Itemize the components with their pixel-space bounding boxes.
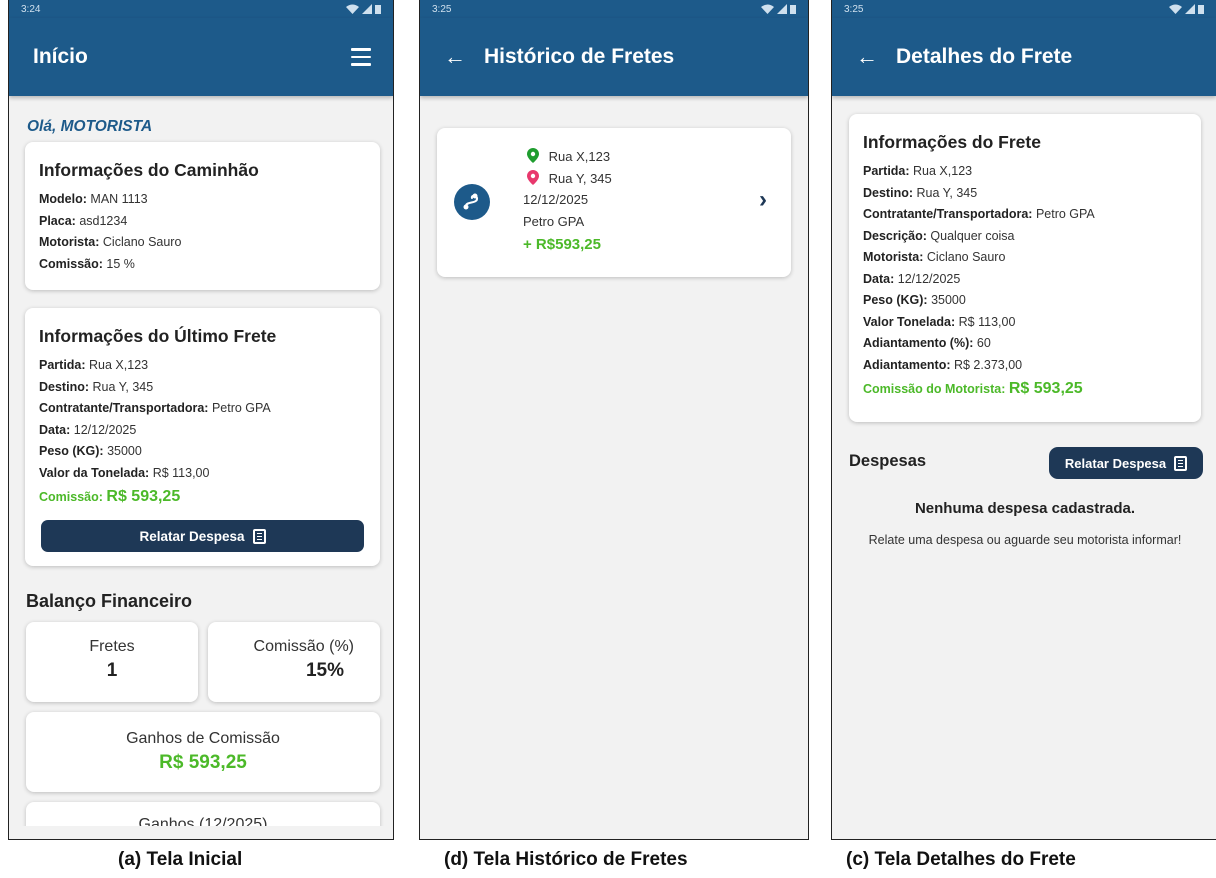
- map-pin-red-icon: [527, 169, 539, 185]
- truck-info-card: Informações do Caminhão Modelo: MAN 1113…: [25, 142, 380, 290]
- stat-label: Fretes: [89, 638, 135, 655]
- status-time: 3:25: [844, 3, 864, 15]
- clipboard-icon: [252, 528, 266, 544]
- battery-icon: [1198, 5, 1204, 14]
- route-info: Rua X,123 Rua Y, 345 12/12/2025 Petro GP…: [523, 146, 612, 256]
- origin-row: Rua X,123: [527, 146, 612, 168]
- signal-icon: [777, 4, 787, 14]
- card-title: Informações do Último Frete: [39, 326, 277, 346]
- info-row-ton-value: Valor Tonelada: R$ 113,00: [863, 314, 1016, 329]
- info-row-description: Descrição: Qualquer coisa: [863, 228, 1015, 243]
- signal-icon: [1185, 4, 1195, 14]
- amount: + R$593,25: [523, 236, 601, 253]
- card-title: Informações do Frete: [863, 132, 1041, 152]
- info-row-ton-value: Valor da Tonelada: R$ 113,00: [39, 465, 210, 480]
- stat-label: Ganhos de Comissão: [126, 730, 280, 747]
- signal-icon: [362, 4, 372, 14]
- freight-info-card: Informações do Frete Partida: Rua X,123 …: [849, 114, 1201, 422]
- system-icons: [761, 4, 796, 14]
- menu-icon[interactable]: [351, 48, 371, 71]
- info-row-contractor: Contratante/Transportadora: Petro GPA: [39, 401, 271, 415]
- info-row-weight: Peso (KG): 35000: [863, 293, 966, 307]
- balance-title: Balanço Financeiro: [26, 591, 193, 611]
- commission-value: R$ 593,25: [1008, 380, 1083, 397]
- status-time: 3:24: [21, 3, 41, 15]
- route-icon: [454, 184, 490, 220]
- info-row-plate: Placa: asd1234: [39, 213, 128, 228]
- page-title: Detalhes do Frete: [896, 45, 1073, 68]
- chevron-right-icon[interactable]: ›: [759, 186, 767, 214]
- info-row-date: Data: 12/12/2025: [39, 422, 137, 437]
- home-screen: 3:24 Início Olá, MOTORISTA Informações d…: [8, 0, 394, 840]
- page-title: Início: [33, 45, 88, 68]
- app-bar: ← Histórico de Fretes: [420, 18, 808, 96]
- stat-label: Comissão (%): [253, 638, 354, 655]
- caption-history: (d) Tela Histórico de Fretes: [444, 849, 688, 870]
- caption-details: (c) Tela Detalhes do Frete: [846, 849, 1076, 870]
- last-freight-card: Informações do Último Frete Partida: Rua…: [25, 308, 380, 566]
- freight-history-screen: 3:25 ← Histórico de Fretes Rua X,123 Rua…: [419, 0, 809, 840]
- info-row-advance: Adiantamento: R$ 2.373,00: [863, 357, 1023, 372]
- map-pin-green-icon: [527, 148, 539, 163]
- report-expense-button[interactable]: Relatar Despesa: [41, 520, 364, 552]
- info-row-contractor: Contratante/Transportadora: Petro GPA: [863, 207, 1095, 221]
- info-row-weight: Peso (KG): 35000: [39, 444, 142, 458]
- commission-row: Comissão do Motorista: R$ 593,25: [863, 380, 1083, 397]
- commission-value: R$ 593,25: [106, 488, 181, 505]
- info-row-destination: Destino: Rua Y, 345: [39, 379, 154, 394]
- wifi-icon: [346, 4, 359, 14]
- info-row-date: Data: 12/12/2025: [863, 271, 961, 286]
- back-arrow-icon[interactable]: ←: [444, 44, 466, 70]
- battery-icon: [375, 5, 381, 14]
- freight-details-screen: 3:25 ← Detalhes do Frete Informações do …: [831, 0, 1216, 840]
- freights-stat-card: Fretes 1: [26, 622, 198, 702]
- info-row-driver: Motorista: Ciclano Sauro: [39, 235, 182, 249]
- status-bar: 3:24: [9, 0, 393, 18]
- system-icons: [1169, 4, 1204, 14]
- earnings-stat-card: Ganhos de Comissão R$ 593,25: [26, 712, 380, 792]
- wifi-icon: [1169, 4, 1182, 14]
- back-arrow-icon[interactable]: ←: [856, 44, 878, 70]
- empty-state-title: Nenhuma despesa cadastrada.: [914, 500, 1136, 517]
- info-row-origin: Partida: Rua X,123: [39, 358, 149, 372]
- info-row-destination: Destino: Rua Y, 345: [863, 185, 978, 200]
- battery-icon: [790, 5, 796, 14]
- stat-value: 15%: [305, 660, 344, 681]
- app-bar: ← Detalhes do Frete: [832, 18, 1216, 96]
- empty-state-text: Relate uma despesa ou aguarde seu motori…: [868, 533, 1182, 547]
- commission-row: Comissão: R$ 593,25: [39, 488, 181, 505]
- caption-home: (a) Tela Inicial: [118, 849, 243, 870]
- status-time: 3:25: [432, 3, 452, 15]
- report-expense-button[interactable]: Relatar Despesa: [1049, 447, 1203, 479]
- status-bar: 3:25: [420, 0, 808, 18]
- stat-value: 1: [106, 660, 118, 681]
- scroll-clip: [9, 826, 393, 839]
- system-icons: [346, 4, 381, 14]
- status-bar: 3:25: [832, 0, 1216, 18]
- info-row-model: Modelo: MAN 1113: [39, 192, 148, 206]
- info-row-commission: Comissão: 15 %: [39, 256, 135, 271]
- info-row-origin: Partida: Rua X,123: [863, 164, 973, 178]
- page-title: Histórico de Fretes: [484, 45, 675, 68]
- freight-list-item[interactable]: Rua X,123 Rua Y, 345 12/12/2025 Petro GP…: [437, 128, 791, 277]
- info-row-advance-percent: Adiantamento (%): 60: [863, 336, 991, 350]
- stat-value: R$ 593,25: [159, 752, 247, 773]
- clipboard-icon: [1174, 455, 1188, 471]
- commission-stat-card: Comissão (%) 15%: [208, 622, 380, 702]
- app-bar: Início: [9, 18, 393, 96]
- expenses-title: Despesas: [849, 452, 927, 470]
- info-row-driver: Motorista: Ciclano Sauro: [863, 250, 1006, 264]
- greeting: Olá, MOTORISTA: [27, 118, 153, 135]
- company: Petro GPA: [523, 213, 585, 229]
- date: 12/12/2025: [523, 192, 589, 207]
- destination-row: Rua Y, 345: [527, 168, 612, 190]
- wifi-icon: [761, 4, 774, 14]
- card-title: Informações do Caminhão: [39, 160, 259, 180]
